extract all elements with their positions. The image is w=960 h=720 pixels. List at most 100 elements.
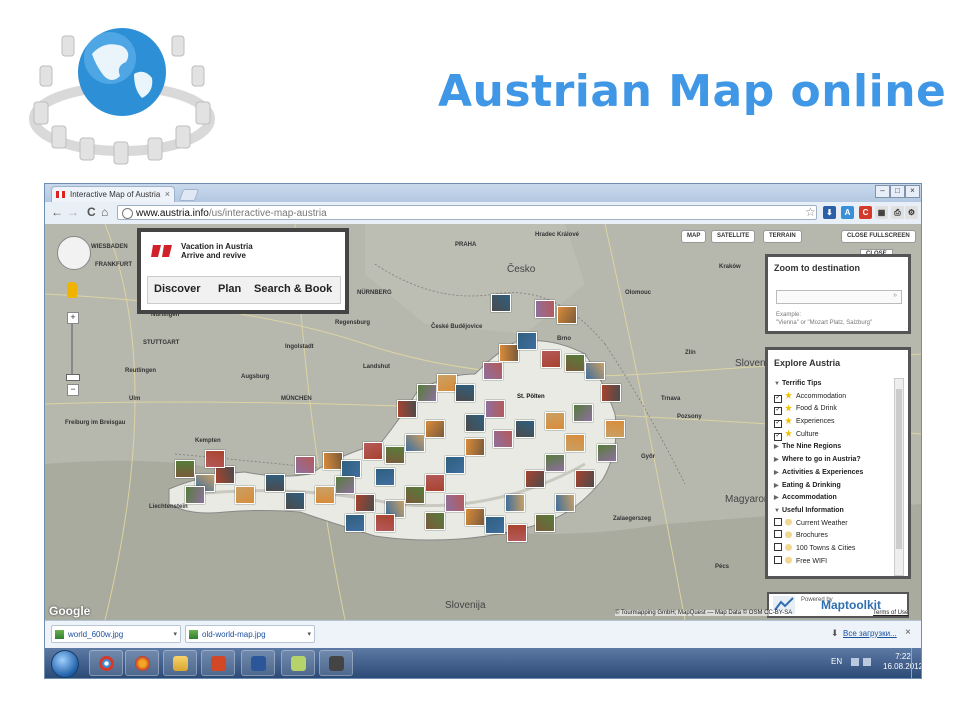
zoom-out-button[interactable]: −: [67, 384, 79, 396]
triangle-down-icon[interactable]: ▼: [774, 378, 782, 391]
minimize-button[interactable]: –: [875, 185, 890, 198]
checkbox[interactable]: [774, 542, 782, 551]
photo-marker[interactable]: [315, 486, 335, 504]
photo-marker[interactable]: [491, 294, 511, 312]
taskbar-media[interactable]: [319, 650, 353, 676]
photo-marker[interactable]: [601, 384, 621, 402]
tree-option[interactable]: Free WIFI: [774, 555, 894, 569]
tree-option[interactable]: Current Weather: [774, 517, 894, 531]
tab-close-icon[interactable]: ×: [165, 187, 170, 202]
photo-marker[interactable]: [455, 384, 475, 402]
window-close-button[interactable]: ×: [905, 185, 920, 198]
photo-marker[interactable]: [483, 362, 503, 380]
pan-control[interactable]: [57, 236, 91, 270]
photo-marker[interactable]: [565, 434, 585, 452]
photo-marker[interactable]: [465, 414, 485, 432]
tree-group[interactable]: ▶ Where to go in Austria?: [774, 454, 894, 467]
photo-marker[interactable]: [505, 494, 525, 512]
tree-group[interactable]: ▼ Useful Information: [774, 505, 894, 518]
photo-marker[interactable]: [205, 450, 225, 468]
download-item[interactable]: world_600w.jpg ▾: [51, 625, 181, 643]
map-canvas[interactable]: Česko Slovensko Magyarország Slovenija W…: [45, 224, 921, 620]
triangle-right-icon[interactable]: ▶: [774, 441, 782, 454]
c-extension-icon[interactable]: C: [859, 206, 872, 219]
triangle-down-icon[interactable]: ▼: [774, 505, 782, 518]
photo-marker[interactable]: [525, 470, 545, 488]
terms-of-use-link[interactable]: Terms of Use: [873, 610, 909, 616]
bookmark-star-icon[interactable]: ☆: [805, 205, 816, 219]
photo-marker[interactable]: [545, 454, 565, 472]
taskbar-word[interactable]: [241, 650, 275, 676]
translate-extension-icon[interactable]: A: [841, 206, 854, 219]
all-downloads-link[interactable]: Все загрузки...: [843, 629, 897, 638]
photo-marker[interactable]: [575, 470, 595, 488]
tree-option[interactable]: Brochures: [774, 530, 894, 543]
photo-marker[interactable]: [499, 344, 519, 362]
tray-network-icon[interactable]: [863, 658, 871, 666]
photo-marker[interactable]: [425, 512, 445, 530]
checkbox[interactable]: [774, 555, 782, 564]
taskbar-explorer[interactable]: [163, 650, 197, 676]
photo-marker[interactable]: [417, 384, 437, 402]
nav-plan[interactable]: Plan: [218, 283, 241, 295]
photo-marker[interactable]: [285, 492, 305, 510]
taskbar-notes[interactable]: [281, 650, 315, 676]
photo-marker[interactable]: [175, 460, 195, 478]
photo-marker[interactable]: [375, 468, 395, 486]
photo-marker[interactable]: [555, 494, 575, 512]
photo-marker[interactable]: [335, 476, 355, 494]
wrench-icon[interactable]: ⚙: [905, 206, 918, 219]
language-indicator[interactable]: EN: [831, 657, 842, 666]
reload-icon[interactable]: C: [87, 205, 96, 219]
show-desktop-button[interactable]: [911, 648, 921, 678]
tree-group[interactable]: ▼ Terrific Tips: [774, 378, 894, 391]
photo-marker[interactable]: [235, 486, 255, 504]
map-type-map-button[interactable]: MAP: [681, 230, 707, 243]
photo-marker[interactable]: [465, 438, 485, 456]
print-extension-icon[interactable]: ⎙: [891, 206, 904, 219]
photo-marker[interactable]: [585, 362, 605, 380]
tree-group[interactable]: ▶ The Nine Regions: [774, 441, 894, 454]
photo-marker[interactable]: [375, 514, 395, 532]
new-tab-button[interactable]: [178, 189, 200, 201]
photo-marker[interactable]: [565, 354, 585, 372]
photo-marker[interactable]: [557, 306, 577, 324]
photo-marker[interactable]: [405, 486, 425, 504]
triangle-right-icon[interactable]: ▶: [774, 454, 782, 467]
scroll-thumb[interactable]: [896, 389, 902, 549]
taskbar-powerpoint[interactable]: [201, 650, 235, 676]
checkbox[interactable]: ✓: [774, 432, 782, 441]
photo-marker[interactable]: [295, 456, 315, 474]
photo-marker[interactable]: [323, 452, 343, 470]
go-arrow-icon[interactable]: »: [893, 292, 897, 299]
photo-marker[interactable]: [437, 374, 457, 392]
photo-marker[interactable]: [425, 474, 445, 492]
nav-discover[interactable]: Discover: [154, 283, 200, 295]
close-fullscreen-button[interactable]: CLOSE FULLSCREEN: [841, 230, 916, 243]
back-icon[interactable]: ←: [51, 205, 63, 219]
photo-marker[interactable]: [185, 486, 205, 504]
photo-marker[interactable]: [355, 494, 375, 512]
photo-marker[interactable]: [425, 420, 445, 438]
checkbox[interactable]: [774, 517, 782, 526]
tree-option[interactable]: ✓ Culture: [774, 429, 894, 442]
photo-marker[interactable]: [535, 300, 555, 318]
triangle-right-icon[interactable]: ▶: [774, 467, 782, 480]
tree-group[interactable]: ▶ Eating & Drinking: [774, 480, 894, 493]
photo-marker[interactable]: [485, 516, 505, 534]
grid-extension-icon[interactable]: ▦: [875, 206, 888, 219]
zoom-track[interactable]: [71, 324, 73, 380]
photo-marker[interactable]: [215, 466, 235, 484]
tree-option[interactable]: 100 Towns & Cities: [774, 542, 894, 556]
photo-marker[interactable]: [535, 514, 555, 532]
checkbox[interactable]: ✓: [774, 394, 782, 403]
triangle-right-icon[interactable]: ▶: [774, 480, 782, 493]
photo-marker[interactable]: [397, 400, 417, 418]
photo-marker[interactable]: [445, 456, 465, 474]
downloads-close-icon[interactable]: ×: [905, 627, 911, 638]
maximize-button[interactable]: □: [890, 185, 905, 198]
checkbox[interactable]: ✓: [774, 407, 782, 416]
tree-group[interactable]: ▶ Activities & Experiences: [774, 467, 894, 480]
photo-marker[interactable]: [345, 514, 365, 532]
tree-group[interactable]: ▶ Accommodation: [774, 492, 894, 505]
